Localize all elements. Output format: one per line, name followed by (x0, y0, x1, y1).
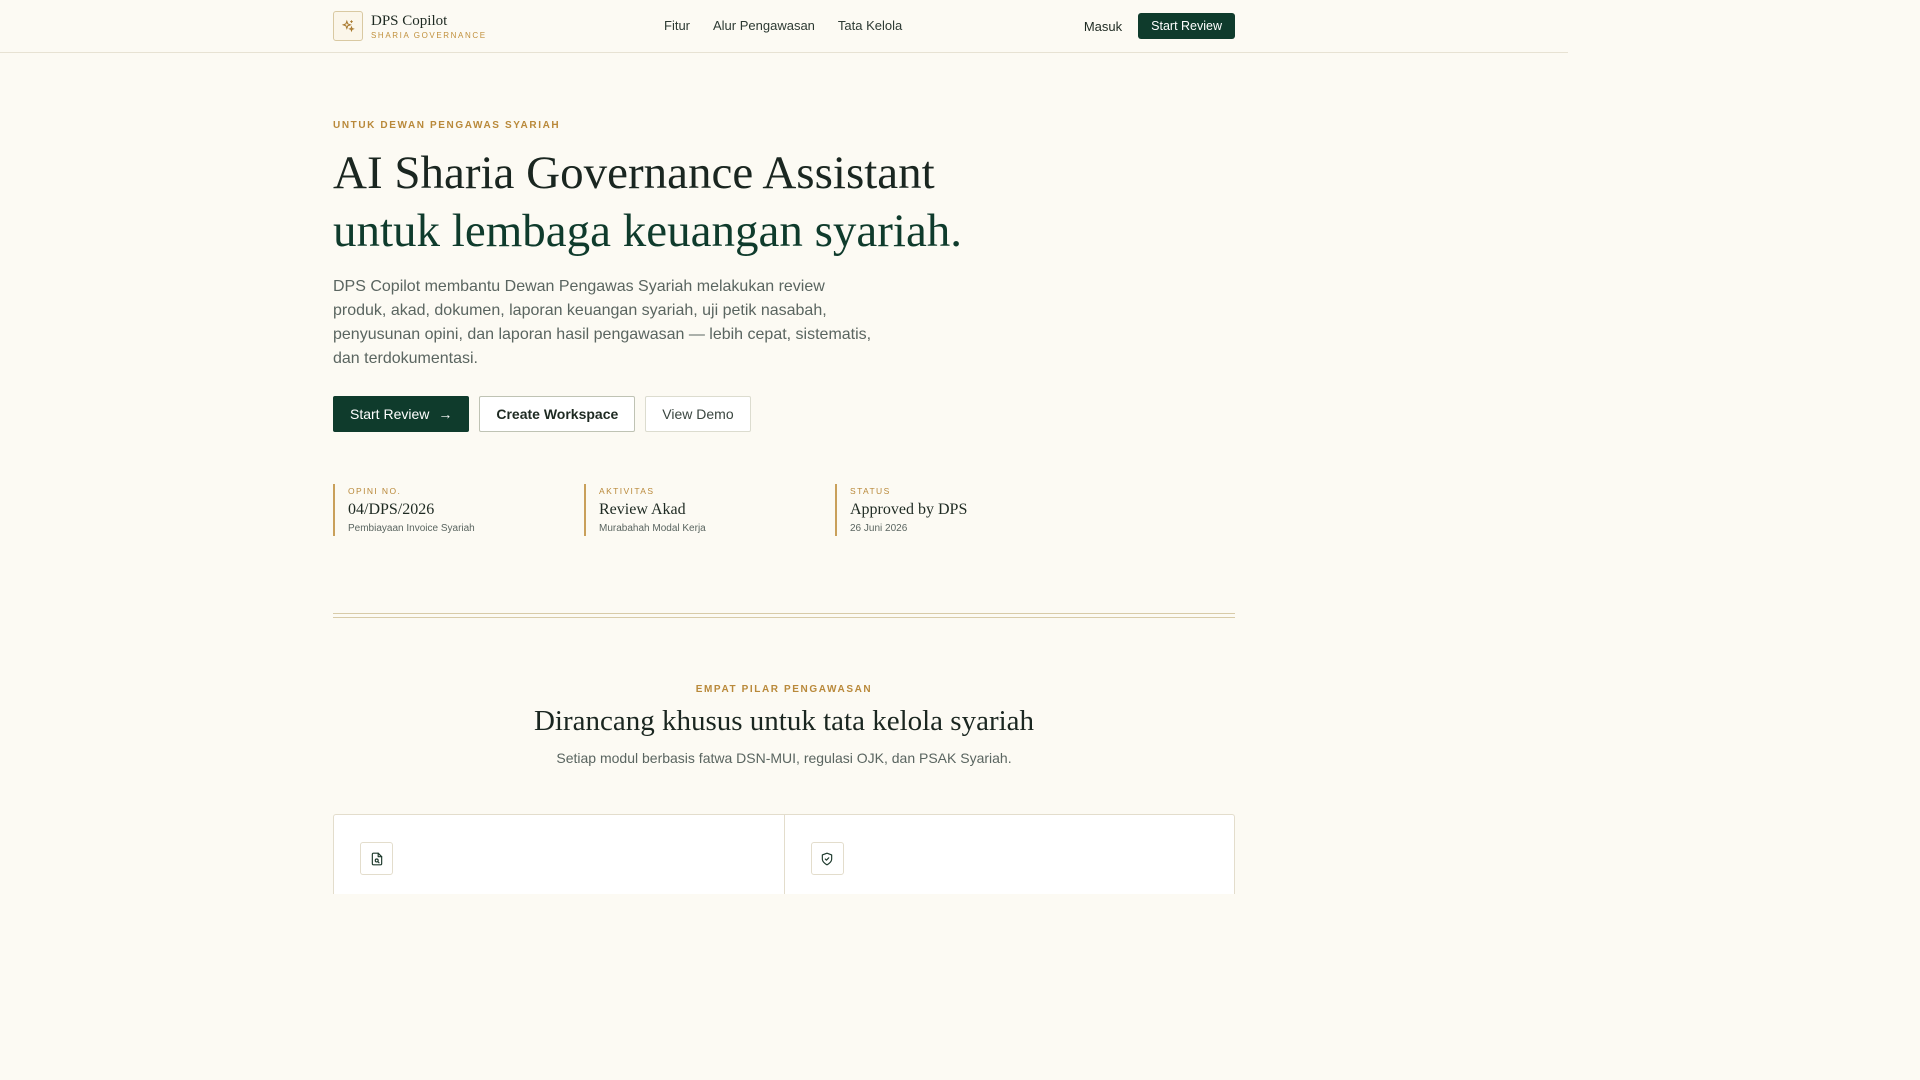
brand-logo[interactable]: DPS Copilot SHARIA GOVERNANCE (333, 11, 487, 41)
stat-opini: OPINI NO. 04/DPS/2026 Pembiayaan Invoice… (333, 484, 584, 536)
hero-title-line1: AI Sharia Governance Assistant (333, 147, 935, 199)
stat-value: Review Akad (599, 501, 686, 518)
login-link[interactable]: Masuk (1084, 19, 1122, 34)
section-divider (333, 613, 1235, 618)
stat-value: Approved by DPS (850, 501, 968, 518)
start-review-label: Start Review (350, 406, 430, 422)
file-search-icon (360, 842, 393, 875)
hero-eyebrow: UNTUK DEWAN PENGAWAS SYARIAH (333, 120, 561, 131)
nav-link-tata-kelola[interactable]: Tata Kelola (838, 18, 902, 33)
hero-actions: Start Review → Create Workspace View Dem… (333, 396, 751, 432)
nav-start-review-button[interactable]: Start Review (1138, 13, 1235, 39)
hero-stats: OPINI NO. 04/DPS/2026 Pembiayaan Invoice… (333, 484, 1086, 536)
stat-status: STATUS Approved by DPS 26 Juni 2026 (835, 484, 1086, 536)
stat-sub: Pembiayaan Invoice Syariah (348, 523, 475, 534)
arrow-right-icon: → (438, 406, 453, 422)
start-review-button[interactable]: Start Review → (333, 396, 470, 432)
stat-aktivitas: AKTIVITAS Review Akad Murabahah Modal Ke… (584, 484, 835, 536)
shield-check-icon (810, 842, 844, 875)
nav-link-fitur[interactable]: Fitur (664, 18, 690, 33)
section-eyebrow: EMPAT PILAR PENGAWASAN (695, 684, 873, 695)
pillar-card[interactable] (334, 815, 784, 894)
section-subtitle: Setiap modul berbasis fatwa DSN-MUI, reg… (556, 750, 1012, 766)
hero-title-line2: untuk lembaga keuangan syariah. (333, 205, 963, 257)
hero-title: AI Sharia Governance Assistant untuk lem… (333, 144, 962, 260)
stat-sub: Murabahah Modal Kerja (599, 523, 706, 534)
stat-sub: 26 Juni 2026 (850, 523, 908, 534)
section-title: Dirancang khusus untuk tata kelola syari… (533, 705, 1035, 737)
create-workspace-button[interactable]: Create Workspace (479, 396, 636, 432)
brand-name: DPS Copilot (371, 13, 448, 29)
sparkle-icon (333, 11, 363, 41)
stat-label: OPINI NO. (348, 486, 402, 496)
stat-label: STATUS (850, 486, 891, 496)
nav-links: Fitur Alur Pengawasan Tata Kelola (664, 18, 902, 33)
top-nav: DPS Copilot SHARIA GOVERNANCE Fitur Alur… (0, 0, 1568, 53)
nav-link-alur-pengawasan[interactable]: Alur Pengawasan (713, 18, 815, 33)
hero-description: DPS Copilot membantu Dewan Pengawas Syar… (333, 278, 872, 367)
pillar-cards (333, 814, 1235, 894)
pillar-card[interactable] (783, 815, 1235, 894)
stat-value: 04/DPS/2026 (348, 501, 435, 518)
view-demo-button[interactable]: View Demo (645, 396, 751, 432)
stat-label: AKTIVITAS (599, 486, 655, 496)
brand-subtitle: SHARIA GOVERNANCE (371, 31, 487, 40)
